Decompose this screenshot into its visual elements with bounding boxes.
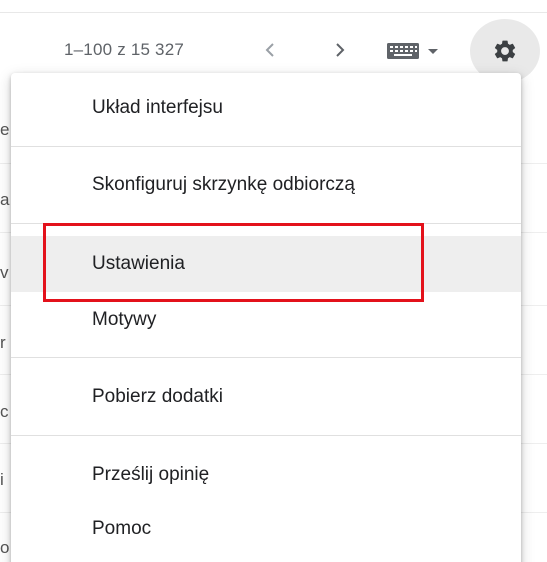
menu-item-label: Układ interfejsu bbox=[92, 97, 223, 118]
menu-item-configure-inbox[interactable]: Skonfiguruj skrzynkę odbiorczą bbox=[11, 147, 521, 223]
menu-item-settings[interactable]: Ustawienia bbox=[11, 236, 521, 292]
newer-page-button[interactable] bbox=[255, 35, 285, 65]
settings-menu: Układ interfejsu Skonfiguruj skrzynkę od… bbox=[11, 73, 521, 562]
app-viewport: 1–100 z 15 327 e a v r c i o Układ inter… bbox=[0, 0, 547, 562]
caret-down-icon bbox=[428, 49, 438, 54]
menu-item-label: Prześlij opinię bbox=[92, 464, 210, 485]
menu-divider bbox=[11, 357, 521, 358]
menu-item-label: Pomoc bbox=[92, 518, 152, 539]
menu-item-label: Ustawienia bbox=[92, 253, 185, 274]
chevron-right-icon bbox=[336, 43, 345, 57]
gear-icon bbox=[494, 40, 516, 62]
keyboard-icon bbox=[387, 43, 419, 59]
input-tools-button[interactable] bbox=[386, 37, 448, 65]
menu-divider bbox=[11, 223, 521, 224]
menu-item-layout[interactable]: Układ interfejsu bbox=[11, 73, 521, 143]
menu-item-label: Pobierz dodatki bbox=[92, 386, 223, 407]
menu-item-get-addons[interactable]: Pobierz dodatki bbox=[11, 365, 521, 429]
menu-item-label: Skonfiguruj skrzynkę odbiorczą bbox=[92, 174, 355, 195]
older-page-button[interactable] bbox=[325, 35, 355, 65]
menu-item-help[interactable]: Pomoc bbox=[11, 501, 521, 557]
menu-item-send-feedback[interactable]: Prześlij opinię bbox=[11, 443, 521, 507]
menu-item-themes[interactable]: Motywy bbox=[11, 292, 521, 348]
menu-divider bbox=[11, 435, 521, 436]
page-count-label: 1–100 z 15 327 bbox=[64, 40, 185, 59]
menu-item-label: Motywy bbox=[92, 309, 157, 330]
chevron-left-icon bbox=[265, 43, 274, 57]
